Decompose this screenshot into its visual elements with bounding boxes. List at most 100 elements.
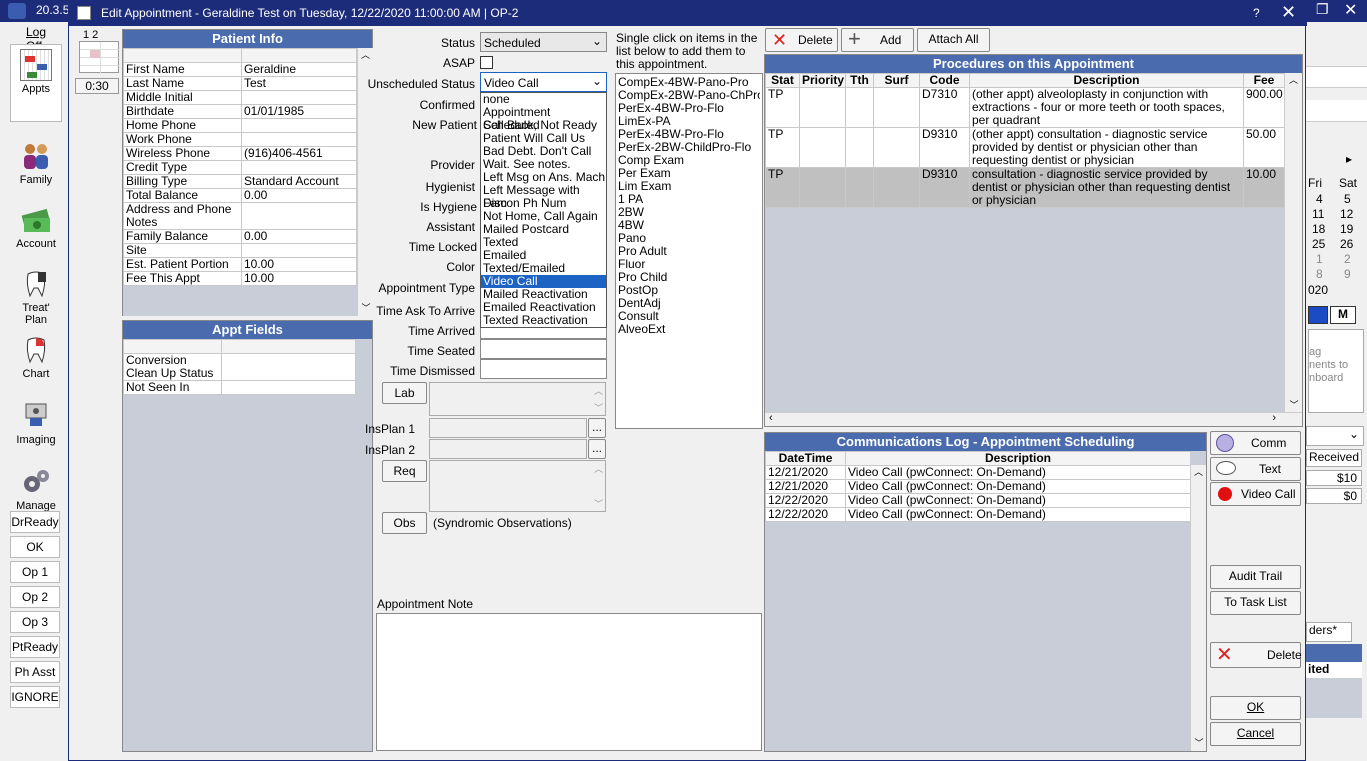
appointment-note-textarea[interactable] bbox=[376, 613, 762, 751]
list-item[interactable]: PostOp bbox=[618, 284, 760, 297]
length-button[interactable]: 0:30 bbox=[75, 78, 119, 94]
module-treatplan[interactable]: Treat' Plan bbox=[10, 268, 62, 326]
list-item[interactable]: Consult bbox=[618, 310, 760, 323]
table-row[interactable]: 12/22/2020 Video Call (pwConnect: On-Dema… bbox=[765, 507, 1190, 522]
table-row[interactable]: Total Balance 0.00 bbox=[123, 188, 357, 203]
time-dismissed-input[interactable] bbox=[480, 359, 607, 379]
list-item[interactable]: AlveoExt bbox=[618, 323, 760, 336]
restore-icon[interactable]: ❐ bbox=[1316, 1, 1329, 18]
cal-date[interactable]: 25 bbox=[1312, 237, 1325, 251]
status-btn-ptready[interactable]: PtReady bbox=[10, 636, 60, 658]
status-btn-ok[interactable]: OK bbox=[10, 536, 60, 558]
attach-all-button[interactable]: Attach All bbox=[917, 28, 990, 52]
close-icon[interactable]: ✕ bbox=[1281, 2, 1296, 23]
cal-date[interactable]: 9 bbox=[1344, 267, 1351, 281]
table-row[interactable]: Birthdate 01/01/1985 bbox=[123, 104, 357, 119]
module-imaging[interactable]: Imaging bbox=[10, 400, 62, 446]
time-seated-input[interactable] bbox=[480, 339, 607, 359]
table-row[interactable]: Credit Type bbox=[123, 160, 357, 175]
cal-date[interactable]: 12 bbox=[1340, 207, 1353, 221]
list-item[interactable]: Per Exam bbox=[618, 167, 760, 180]
column-header[interactable]: Fee bbox=[1243, 73, 1284, 88]
unscheduled-status-select[interactable]: Video Call ⌄ bbox=[480, 72, 607, 92]
list-item[interactable]: PerEx-2BW-ChildPro-Flo bbox=[618, 141, 760, 154]
list-item[interactable]: Lim Exam bbox=[618, 180, 760, 193]
req-button[interactable]: Req bbox=[382, 460, 427, 482]
module-appts[interactable]: Appts bbox=[10, 44, 62, 122]
cal-date[interactable]: 4 bbox=[1316, 192, 1323, 206]
list-item[interactable]: CompEx-2BW-Pano-ChPro-Flo bbox=[618, 89, 760, 102]
asap-checkbox[interactable] bbox=[480, 56, 493, 69]
module-account[interactable]: Account bbox=[10, 204, 62, 250]
table-row[interactable]: TP D7310 (other appt) alveoloplasty in con… bbox=[765, 87, 1284, 128]
table-row[interactable]: Work Phone bbox=[123, 132, 357, 147]
status-btn-ignore[interactable]: IGNORE bbox=[10, 686, 60, 708]
cal-date[interactable]: 18 bbox=[1312, 222, 1325, 236]
audit-trail-button[interactable]: Audit Trail bbox=[1210, 565, 1301, 589]
ops-mini-grid[interactable] bbox=[79, 41, 120, 74]
status-btn-op3[interactable]: Op 3 bbox=[10, 611, 60, 633]
module-family[interactable]: Family bbox=[10, 140, 62, 186]
insplan2-input[interactable] bbox=[429, 439, 587, 459]
cal-date[interactable]: 19 bbox=[1340, 222, 1353, 236]
cal-date[interactable]: 5 bbox=[1344, 192, 1351, 206]
status-select[interactable]: Scheduled ⌄ bbox=[480, 32, 607, 52]
list-item[interactable]: LimEx-PA bbox=[618, 115, 760, 128]
delete-appointment-button[interactable]: ✕ Delete bbox=[1210, 642, 1302, 668]
procedures-scrollbar-v[interactable]: ︿ ﹀ bbox=[1284, 73, 1302, 413]
cal-date[interactable]: 2 bbox=[1344, 252, 1351, 266]
status-btn-op2[interactable]: Op 2 bbox=[10, 586, 60, 608]
insplan1-input[interactable] bbox=[429, 418, 587, 438]
list-item[interactable]: Fluor bbox=[618, 258, 760, 271]
unscheduled-status-dropdown[interactable]: none Appointment Scheduled Call Back, Not … bbox=[480, 92, 607, 328]
table-row[interactable]: Middle Initial bbox=[123, 90, 357, 105]
table-row[interactable]: 12/21/2020 Video Call (pwConnect: On-Dema… bbox=[765, 465, 1190, 480]
arrow-right-icon[interactable] bbox=[1308, 306, 1328, 324]
to-task-list-button[interactable]: To Task List bbox=[1210, 591, 1301, 615]
cal-date[interactable]: 26 bbox=[1340, 237, 1353, 251]
comm-log-scrollbar[interactable]: ︿ ﹀ bbox=[1190, 465, 1206, 751]
list-item[interactable]: 4BW bbox=[618, 219, 760, 232]
cal-date[interactable]: 11 bbox=[1312, 207, 1324, 221]
video-call-button[interactable]: Video Call bbox=[1210, 482, 1301, 506]
insplan1-ellipsis-button[interactable]: ... bbox=[588, 418, 606, 438]
cal-date[interactable]: 1 bbox=[1316, 252, 1323, 266]
background-close-icon[interactable]: ✕ bbox=[1344, 0, 1357, 20]
list-item[interactable]: Pro Child bbox=[618, 271, 760, 284]
list-item[interactable]: 1 PA bbox=[618, 193, 760, 206]
module-chart[interactable]: Chart bbox=[10, 334, 62, 380]
table-row[interactable]: Not Seen In bbox=[123, 380, 356, 395]
table-row[interactable]: Home Phone bbox=[123, 118, 357, 133]
column-header[interactable]: Description bbox=[969, 73, 1244, 88]
req-textbox[interactable]: ︿ ﹀ bbox=[429, 460, 606, 512]
column-header[interactable]: Stat bbox=[765, 73, 800, 88]
table-row[interactable]: First Name Geraldine bbox=[123, 62, 357, 77]
list-item[interactable]: DentAdj bbox=[618, 297, 760, 310]
column-header[interactable]: DateTime bbox=[765, 451, 846, 466]
procedure-quick-list[interactable]: CompEx-4BW-Pano-ProCompEx-2BW-Pano-ChPro… bbox=[615, 73, 763, 429]
table-row[interactable]: TP D9310 consultation - diagnostic service… bbox=[765, 167, 1284, 208]
list-item[interactable]: CompEx-4BW-Pano-Pro bbox=[618, 76, 760, 89]
procedures-scrollbar-h[interactable]: ‹ › bbox=[765, 412, 1302, 426]
obs-button[interactable]: Obs bbox=[382, 512, 427, 534]
column-header[interactable]: Priority bbox=[799, 73, 846, 88]
table-row[interactable]: TP D9310 (other appt) consultation - diagn… bbox=[765, 127, 1284, 168]
cal-date[interactable]: 8 bbox=[1316, 267, 1323, 281]
table-row[interactable]: 12/21/2020 Video Call (pwConnect: On-Dema… bbox=[765, 479, 1190, 494]
column-header[interactable]: Code bbox=[919, 73, 970, 88]
insplan2-ellipsis-button[interactable]: ... bbox=[588, 439, 606, 459]
cancel-button[interactable]: Cancel bbox=[1210, 722, 1301, 746]
table-row[interactable]: 12/22/2020 Video Call (pwConnect: On-Dema… bbox=[765, 493, 1190, 508]
list-item[interactable]: PerEx-4BW-Pro-Flo bbox=[618, 102, 760, 115]
column-header[interactable]: Description bbox=[845, 451, 1190, 466]
status-btn-drready[interactable]: DrReady bbox=[10, 511, 60, 533]
table-row[interactable]: Billing Type Standard Account bbox=[123, 174, 357, 189]
comm-button[interactable]: Comm bbox=[1210, 431, 1301, 455]
proc-add-button[interactable]: + Add bbox=[841, 27, 914, 52]
list-item[interactable]: 2BW bbox=[618, 206, 760, 219]
bg-dropdown[interactable]: ⌄ bbox=[1306, 426, 1364, 446]
status-btn-phasst[interactable]: Ph Asst bbox=[10, 661, 60, 683]
module-manage[interactable]: Manage bbox=[10, 466, 62, 512]
month-button[interactable]: M bbox=[1330, 306, 1356, 324]
list-item[interactable]: Pro Adult bbox=[618, 245, 760, 258]
